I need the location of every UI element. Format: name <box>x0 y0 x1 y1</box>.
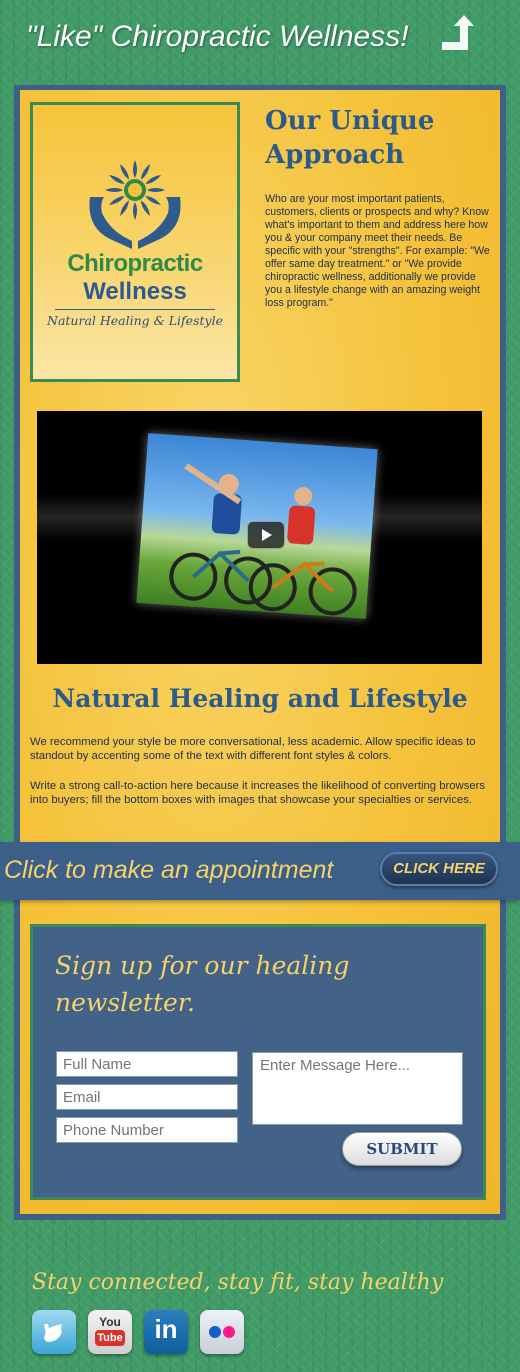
healing-title: Natural Healing and Lifestyle <box>52 684 468 713</box>
message-textarea[interactable] <box>252 1052 463 1125</box>
logo-box: Chiropractic Wellness Natural Healing & … <box>30 102 240 382</box>
logo-tagline: Natural Healing & Lifestyle <box>47 313 223 328</box>
healing-paragraph-1: We recommend your style be more conversa… <box>30 736 476 762</box>
logo-name-line1: Chiropractic <box>67 250 203 277</box>
twitter-icon[interactable] <box>32 1310 76 1354</box>
appointment-bar: Click to make an appointment CLICK HERE <box>0 842 520 900</box>
linkedin-text: in <box>154 1314 178 1344</box>
approach-title: Our Unique Approach <box>265 106 435 170</box>
appointment-text[interactable]: Click to make an appointment <box>4 856 333 885</box>
video-player[interactable] <box>37 411 482 664</box>
footer-tagline: Stay connected, stay fit, stay healthy <box>32 1270 444 1295</box>
logo-sun-hands-icon <box>89 160 181 249</box>
submit-button[interactable]: SUBMIT <box>342 1132 462 1166</box>
click-here-button[interactable]: CLICK HERE <box>380 852 498 886</box>
share-arrow-icon[interactable] <box>438 12 478 54</box>
twitter-bird-icon <box>44 1323 62 1342</box>
like-banner-text[interactable]: "Like" Chiropractic Wellness! <box>26 20 409 54</box>
phone-input[interactable] <box>56 1117 238 1143</box>
youtube-text-bottom: Tube <box>95 1330 125 1346</box>
play-button[interactable] <box>247 521 285 549</box>
logo-name-line2: Wellness <box>83 278 187 305</box>
healing-paragraph-2: Write a strong call-to-action here becau… <box>30 780 486 806</box>
newsletter-form: Sign up for our healing newsletter. SUBM… <box>30 924 486 1200</box>
newsletter-title: Sign up for our healing newsletter. <box>55 951 350 1017</box>
linkedin-icon[interactable]: in <box>144 1310 188 1354</box>
approach-body: Who are your most important patients, cu… <box>265 193 490 309</box>
email-input[interactable] <box>56 1084 238 1110</box>
like-banner[interactable]: "Like" Chiropractic Wellness! <box>0 0 520 80</box>
youtube-text-top: You <box>99 1315 121 1329</box>
flickr-icon[interactable] <box>200 1310 244 1354</box>
youtube-icon[interactable]: You Tube <box>88 1310 132 1354</box>
flickr-dots-icon <box>209 1326 235 1338</box>
logo-divider <box>55 309 215 310</box>
full-name-input[interactable] <box>56 1051 238 1077</box>
play-icon[interactable] <box>248 522 284 548</box>
